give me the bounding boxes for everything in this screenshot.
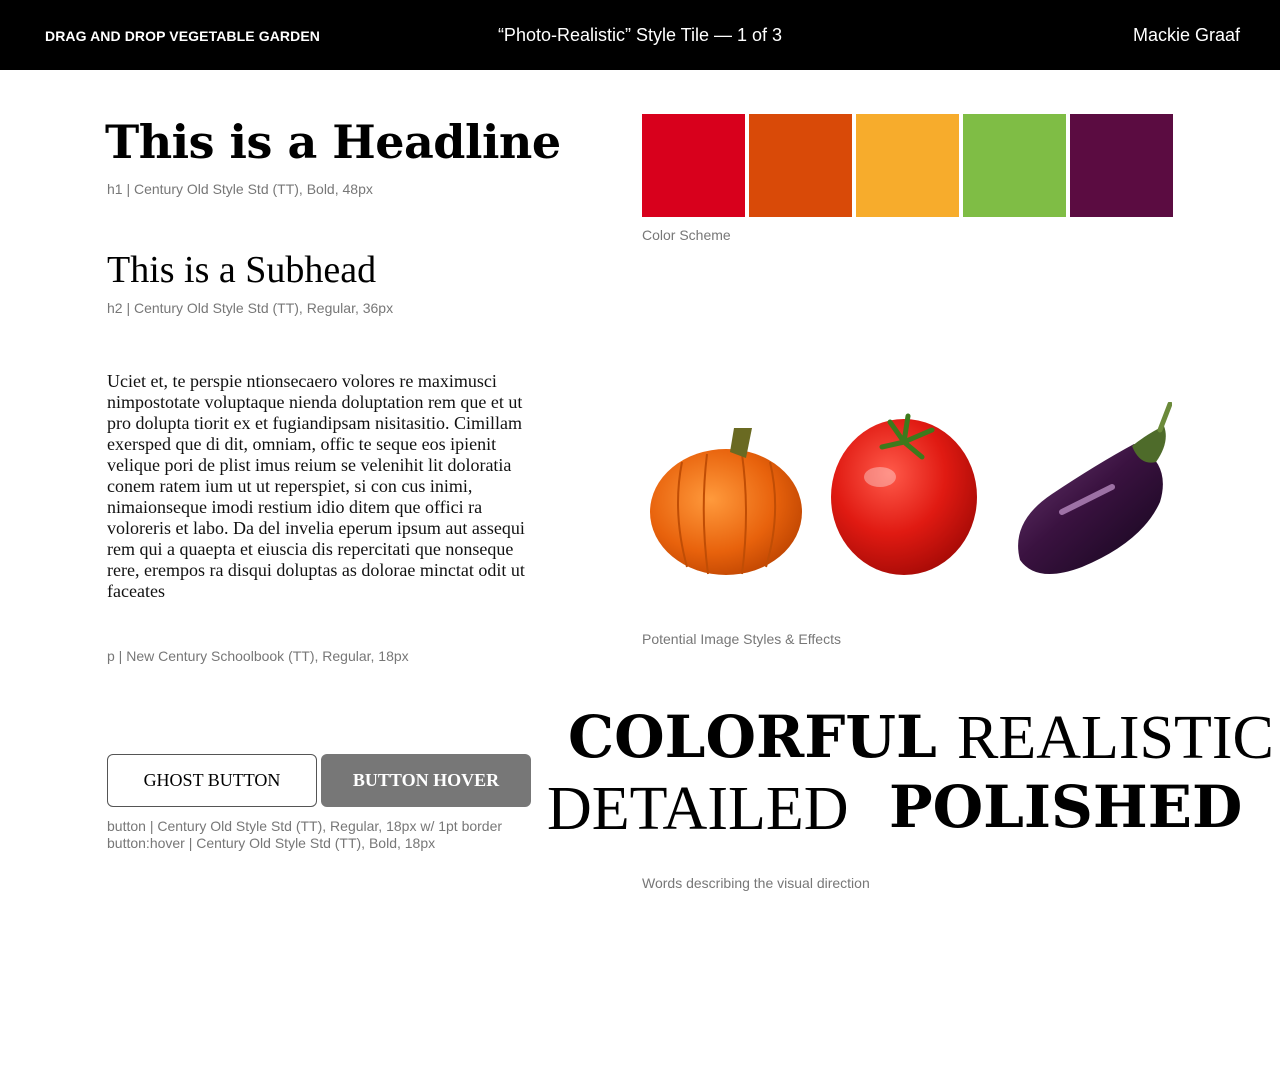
color-swatch-purple (1070, 114, 1173, 217)
top-bar: DRAG AND DROP VEGETABLE GARDEN “Photo-Re… (0, 0, 1280, 70)
color-swatch-orange (749, 114, 852, 217)
eggplant-image (1018, 402, 1172, 575)
tomato-image (831, 413, 977, 575)
word-detailed: DETAILED (547, 775, 849, 843)
words-caption: Words describing the visual direction (642, 875, 870, 891)
word-polished: POLISHED (889, 773, 1243, 841)
color-swatch-yellow (856, 114, 959, 217)
button-caption: button | Century Old Style Std (TT), Reg… (107, 818, 503, 834)
word-colorful: COLORFUL (568, 703, 937, 771)
button-hover-caption: button:hover | Century Old Style Std (TT… (107, 835, 436, 851)
color-scheme-caption: Color Scheme (642, 227, 731, 243)
sample-paragraph: Uciet et, te perspie ntionsecaero volore… (107, 371, 525, 601)
subhead-caption: h2 | Century Old Style Std (TT), Regular… (107, 300, 394, 316)
style-tile-title: “Photo-Realistic” Style Tile — 1 of 3 (497, 25, 783, 45)
ghost-button[interactable]: GHOST BUTTON (107, 754, 317, 807)
headline-caption: h1 | Century Old Style Std (TT), Bold, 4… (107, 181, 373, 197)
author-name: Mackie Graaf (1132, 25, 1240, 45)
vegetable-images (650, 402, 1172, 575)
color-scheme (642, 114, 1173, 217)
word-realistic: REALISTIC (957, 704, 1274, 772)
image-styles-caption: Potential Image Styles & Effects (642, 631, 841, 647)
color-swatch-red (642, 114, 745, 217)
sample-headline: This is a Headline (105, 115, 561, 169)
color-swatch-green (963, 114, 1066, 217)
pumpkin-image (650, 428, 802, 575)
paragraph-caption: p | New Century Schoolbook (TT), Regular… (107, 648, 409, 664)
hover-button[interactable]: BUTTON HOVER (321, 754, 531, 807)
sample-subhead: This is a Subhead (107, 249, 377, 291)
